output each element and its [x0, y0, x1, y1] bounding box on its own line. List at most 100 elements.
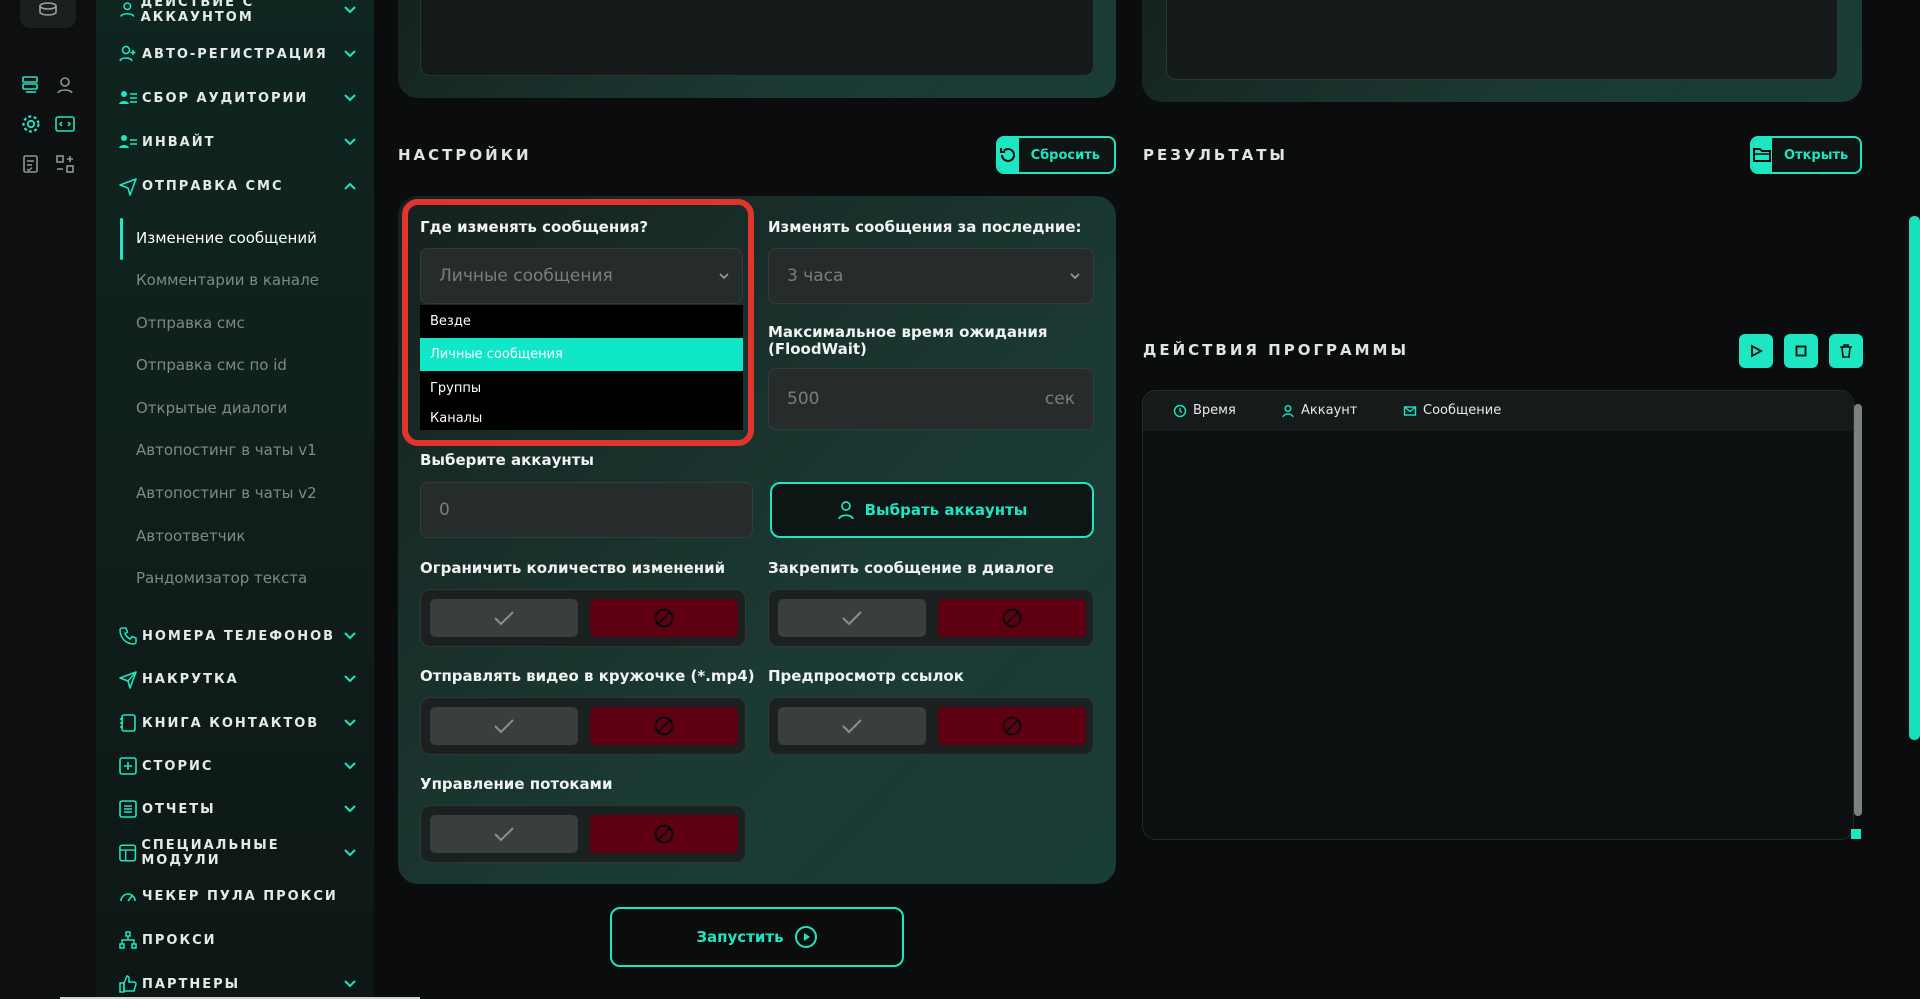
choose-accounts-button[interactable]: Выбрать аккаунты [770, 482, 1094, 538]
reset-button[interactable]: Сбросить [996, 136, 1116, 174]
sub-item-autoposting-v2[interactable]: Автопостинг в чаты v2 [136, 484, 317, 502]
stop-button[interactable] [1784, 334, 1818, 368]
network-icon [119, 931, 137, 949]
limit-toggle[interactable] [420, 589, 746, 647]
toggle-on[interactable] [778, 599, 926, 637]
play-icon [1751, 344, 1763, 358]
plane-boost-icon [119, 671, 137, 689]
nav-boost[interactable]: НАКРУТКА [118, 667, 358, 691]
run-label: Запустить [696, 928, 784, 946]
nav-special-modules[interactable]: СПЕЦИАЛЬНЫЕ МОДУЛИ [118, 838, 358, 868]
col-message[interactable]: Сообщение [1403, 403, 1501, 418]
icon-rail [0, 0, 96, 999]
user-add-icon [119, 45, 136, 62]
sub-item-text-randomizer[interactable]: Рандомизатор текста [136, 569, 307, 587]
accounts-count-input[interactable]: 0 [420, 482, 753, 538]
ban-icon [654, 824, 674, 844]
chevron-down-icon [344, 675, 356, 683]
pin-label: Закрепить сообщение в диалоге [768, 559, 1054, 577]
col-time[interactable]: Время [1173, 403, 1236, 418]
video-toggle[interactable] [420, 697, 746, 755]
period-select[interactable]: 3 часа [768, 248, 1094, 304]
mail-icon [1403, 405, 1417, 416]
settings-title: НАСТРОЙКИ [398, 146, 532, 164]
toggle-off[interactable] [938, 599, 1086, 637]
toggle-on[interactable] [778, 707, 926, 745]
floodwait-input[interactable]: 500 сек [768, 368, 1094, 430]
nav-proxy-pool-checker[interactable]: ЧЕКЕР ПУЛА ПРОКСИ [118, 884, 358, 908]
log-scrollbar[interactable] [1854, 404, 1862, 816]
checklist-icon[interactable] [20, 153, 42, 175]
user-icon [837, 501, 854, 520]
toggle-off[interactable] [590, 599, 738, 637]
settings-gear-icon[interactable] [20, 113, 42, 135]
contacts-book-icon [120, 714, 136, 732]
nav-label: ПАРТНЕРЫ [142, 976, 241, 992]
user-pin-icon[interactable] [54, 74, 76, 96]
toggle-on[interactable] [430, 815, 578, 853]
paper-plane-icon [119, 178, 137, 196]
delete-button[interactable] [1829, 334, 1863, 368]
modules-grid-icon[interactable] [54, 153, 76, 175]
toggle-off[interactable] [590, 815, 738, 853]
users-list-icon [119, 91, 137, 104]
sub-item-send-sms[interactable]: Отправка смс [136, 314, 245, 332]
nav-send-sms[interactable]: ОТПРАВКА СМС [118, 174, 358, 198]
messages-textarea[interactable] [420, 0, 1094, 76]
toggle-off[interactable] [590, 707, 738, 745]
toggle-off[interactable] [938, 707, 1086, 745]
resize-handle[interactable] [1851, 829, 1861, 839]
stop-icon [1795, 345, 1807, 357]
open-button[interactable]: Открыть [1750, 136, 1862, 174]
col-account[interactable]: Аккаунт [1281, 403, 1357, 418]
sub-item-autoposting-v1[interactable]: Автопостинг в чаты v1 [136, 441, 317, 459]
sub-item-autoresponder[interactable]: Автоответчик [136, 527, 245, 545]
sub-item-channel-comments[interactable]: Комментарии в канале [136, 271, 319, 289]
run-button[interactable]: Запустить [610, 907, 904, 967]
threads-toggle[interactable] [420, 805, 746, 863]
chevron-down-icon [1070, 273, 1080, 280]
server-list-icon[interactable] [20, 74, 42, 96]
nav-invite[interactable]: ИНВАЙТ [118, 130, 358, 154]
pin-toggle[interactable] [768, 589, 1094, 647]
nav-label: ДЕЙСТВИЕ С АККАУНТОМ [140, 0, 255, 25]
nav-phone-numbers[interactable]: НОМЕРА ТЕЛЕФОНОВ [118, 624, 358, 648]
check-icon [494, 611, 514, 626]
open-label: Открыть [1784, 147, 1849, 163]
nav-contacts-book[interactable]: КНИГА КОНТАКТОВ [118, 711, 358, 735]
nav-label: НАКРУТКА [142, 671, 239, 687]
chevron-down-icon [344, 762, 356, 770]
chevron-down-icon [344, 805, 356, 813]
nav-auto-registration[interactable]: АВТО-РЕГИСТРАЦИЯ [118, 42, 358, 66]
nav-label: ЧЕКЕР ПУЛА ПРОКСИ [142, 888, 338, 904]
ban-icon [654, 716, 674, 736]
clock-icon [1173, 404, 1187, 417]
nav-label: АВТО-РЕГИСТРАЦИЯ [142, 46, 328, 62]
nav-audience-collection[interactable]: СБОР АУДИТОРИИ [118, 86, 358, 110]
preview-toggle[interactable] [768, 697, 1094, 755]
nav-reports[interactable]: ОТЧЕТЫ [118, 797, 358, 821]
toggle-on[interactable] [430, 599, 578, 637]
nav-label: ИНВАЙТ [142, 134, 216, 150]
code-window-icon[interactable] [54, 113, 76, 135]
nav-stories[interactable]: СТОРИС [118, 754, 358, 778]
toggle-on[interactable] [430, 707, 578, 745]
col-account-label: Аккаунт [1301, 403, 1358, 418]
sub-item-edit-messages[interactable]: Изменение сообщений [136, 229, 317, 247]
thumb-up-icon [119, 975, 137, 993]
accounts-textarea[interactable] [1166, 0, 1838, 80]
sub-item-send-sms-by-id[interactable]: Отправка смс по id [136, 356, 287, 374]
database-button[interactable] [20, 0, 76, 28]
ban-icon [1002, 716, 1022, 736]
nav-proxy[interactable]: ПРОКСИ [118, 928, 358, 952]
check-icon [494, 827, 514, 842]
threads-label: Управление потоками [420, 775, 613, 793]
page-scrollbar[interactable] [1909, 216, 1920, 740]
chevron-down-icon [344, 138, 356, 146]
nav-partners[interactable]: ПАРТНЕРЫ [118, 972, 358, 996]
sub-item-open-dialogs[interactable]: Открытые диалоги [136, 399, 287, 417]
choose-accounts-label: Выбрать аккаунты [864, 501, 1028, 519]
play-button[interactable] [1739, 334, 1773, 368]
nav-label: ОТЧЕТЫ [142, 801, 216, 817]
nav-account-actions[interactable]: ДЕЙСТВИЕ С АККАУНТОМ [118, 0, 358, 25]
